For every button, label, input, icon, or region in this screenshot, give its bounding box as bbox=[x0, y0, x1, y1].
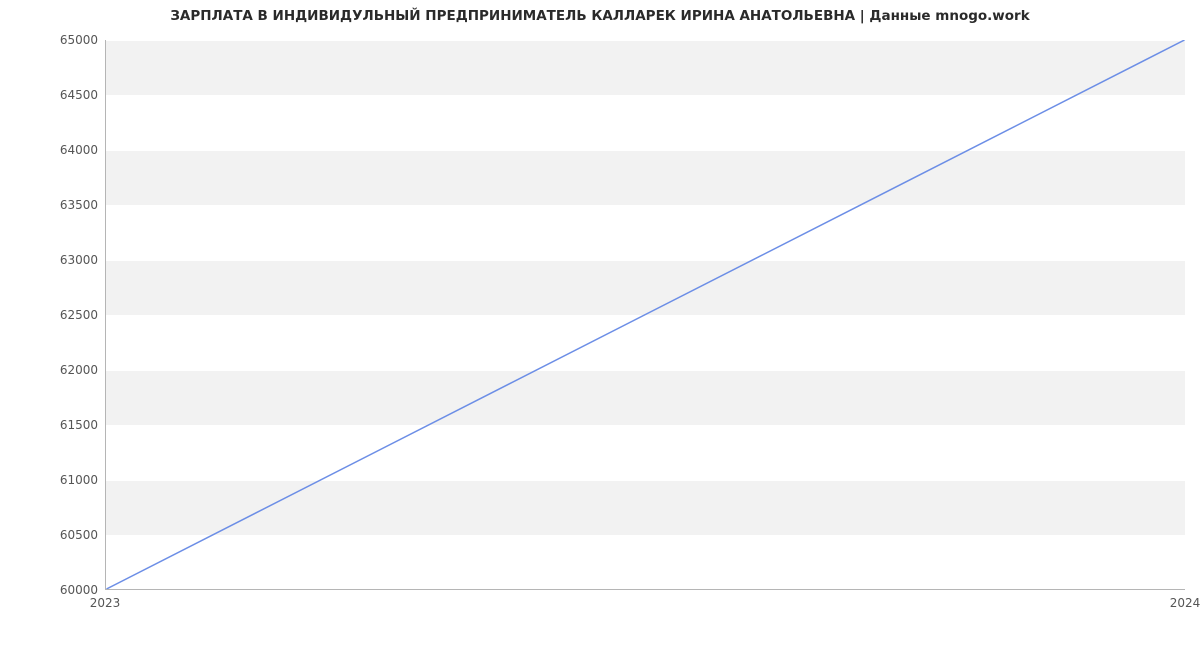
series-line bbox=[106, 40, 1184, 589]
chart-title: ЗАРПЛАТА В ИНДИВИДУЛЬНЫЙ ПРЕДПРИНИМАТЕЛЬ… bbox=[0, 8, 1200, 24]
y-tick-label: 65000 bbox=[8, 33, 98, 47]
plot-area bbox=[105, 40, 1185, 590]
x-tick-label: 2024 bbox=[1170, 596, 1200, 610]
y-tick-label: 61000 bbox=[8, 473, 98, 487]
y-tick-label: 64500 bbox=[8, 88, 98, 102]
y-tick-label: 64000 bbox=[8, 143, 98, 157]
y-tick-label: 60000 bbox=[8, 583, 98, 597]
y-tick-label: 61500 bbox=[8, 418, 98, 432]
y-tick-label: 60500 bbox=[8, 528, 98, 542]
y-tick-label: 62500 bbox=[8, 308, 98, 322]
y-tick-label: 62000 bbox=[8, 363, 98, 377]
chart-container: ЗАРПЛАТА В ИНДИВИДУЛЬНЫЙ ПРЕДПРИНИМАТЕЛЬ… bbox=[0, 0, 1200, 650]
line-layer bbox=[106, 40, 1185, 589]
y-tick-label: 63000 bbox=[8, 253, 98, 267]
y-tick-label: 63500 bbox=[8, 198, 98, 212]
x-tick-label: 2023 bbox=[90, 596, 121, 610]
